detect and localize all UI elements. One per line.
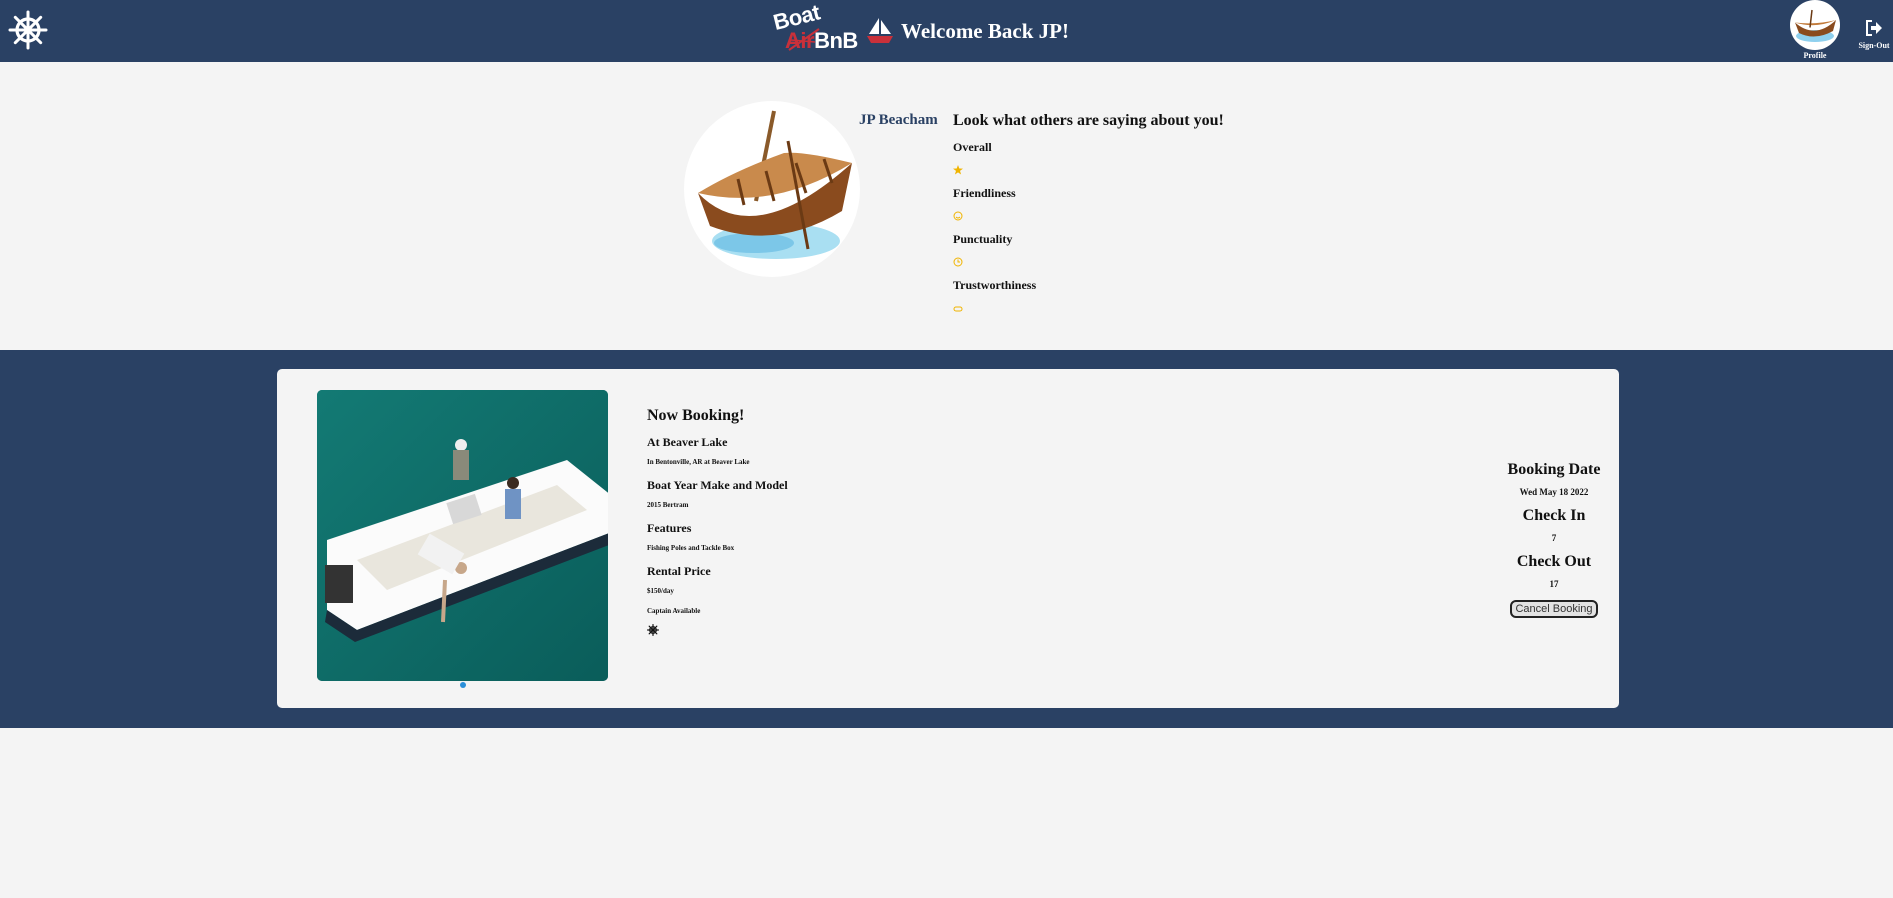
booking-details: Now Booking! At Beaver Lake In Bentonvil…	[647, 407, 947, 636]
boat-heading: Boat Year Make and Model	[647, 478, 788, 492]
features-heading: Features	[647, 521, 692, 535]
sign-out-button[interactable]: Sign-Out	[1856, 20, 1892, 50]
reviews-heading: Look what others are saying about you!	[953, 112, 1224, 129]
profile-label: Profile	[1803, 51, 1827, 60]
sailboat-icon	[867, 18, 893, 43]
rating-label-friendliness: Friendliness	[953, 186, 1016, 200]
check-out-heading: Check Out	[1516, 553, 1592, 570]
boat-image[interactable]	[317, 390, 608, 681]
cancel-booking-button[interactable]: Cancel Booking	[1510, 600, 1598, 618]
logo-strike-icon	[788, 28, 820, 51]
sign-out-icon	[1866, 20, 1882, 36]
rating-label-overall: Overall	[953, 140, 992, 154]
booking-date-value: Wed May 18 2022	[1519, 487, 1589, 497]
location-detail: In Bentonville, AR at Beaver Lake	[647, 458, 750, 466]
price-heading: Rental Price	[647, 564, 711, 578]
rating-label-punctuality: Punctuality	[953, 232, 1013, 246]
ratings-panel: Look what others are saying about you! O…	[953, 112, 1224, 314]
booking-title: Now Booking!	[647, 407, 745, 424]
booking-dates: Booking Date Wed May 18 2022 Check In 7 …	[1497, 461, 1611, 618]
boat-detail: 2015 Bertram	[647, 501, 689, 509]
location-heading: At Beaver Lake	[647, 435, 728, 449]
user-name: JP Beacham	[859, 112, 938, 128]
profile-photo	[684, 101, 860, 277]
booking-card: Now Booking! At Beaver Lake In Bentonvil…	[277, 369, 1619, 708]
welcome-message: Welcome Back JP!	[901, 18, 1069, 43]
clock-icon	[953, 254, 1224, 268]
smile-icon	[953, 208, 1224, 222]
star-icon	[953, 162, 1224, 176]
avatar[interactable]	[1790, 0, 1840, 50]
check-in-heading: Check In	[1522, 507, 1586, 524]
top-navbar: Boat AirBnB Welcome Back JP! Profile	[0, 0, 1893, 62]
captain-availability: Captain Available	[647, 607, 701, 615]
check-out-value: 17	[1549, 579, 1559, 589]
sign-out-label: Sign-Out	[1858, 41, 1890, 50]
profile-link[interactable]: Profile	[1789, 0, 1841, 60]
boatbnb-logo[interactable]: Boat AirBnB	[771, 0, 863, 56]
carousel-indicator[interactable]	[460, 682, 466, 688]
check-in-value: 7	[1551, 533, 1557, 543]
ship-wheel-icon[interactable]	[8, 10, 48, 50]
brand-header: Boat AirBnB Welcome Back JP!	[771, 0, 1069, 58]
ship-wheel-icon	[647, 623, 659, 636]
handshake-icon	[953, 300, 1224, 314]
booking-date-heading: Booking Date	[1507, 461, 1601, 478]
price-detail: $150/day	[647, 587, 674, 595]
features-detail: Fishing Poles and Tackle Box	[647, 544, 735, 552]
rating-label-trustworthiness: Trustworthiness	[953, 278, 1037, 292]
